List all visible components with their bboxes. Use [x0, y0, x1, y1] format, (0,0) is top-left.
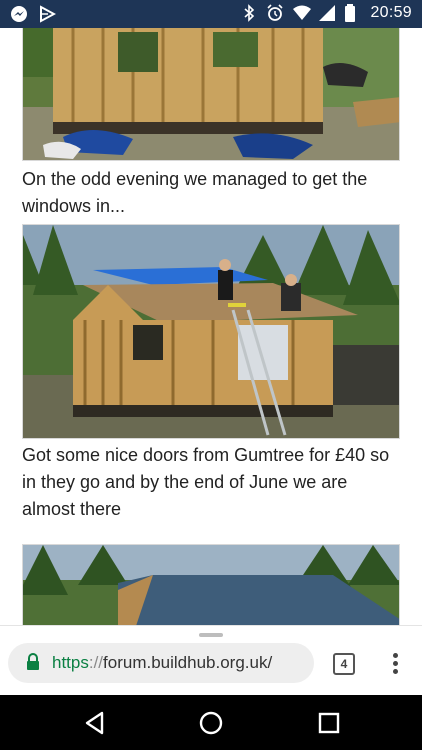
play-icon: [38, 5, 57, 23]
lock-icon: [26, 653, 40, 671]
clock: 20:59: [370, 4, 412, 21]
home-icon[interactable]: [198, 710, 224, 736]
alarm-icon: [266, 4, 284, 22]
battery-icon: [344, 4, 362, 22]
cabin-complete-photo[interactable]: [22, 544, 400, 625]
cabin-frame-photo[interactable]: [22, 28, 400, 161]
more-menu-icon[interactable]: [388, 653, 402, 675]
url-separator: ://: [88, 653, 104, 672]
url-bar[interactable]: https://forum.buildhub.org.uk/: [8, 643, 314, 683]
url-scheme: https: [52, 653, 89, 672]
messenger-icon: [10, 5, 28, 23]
tab-switcher-button[interactable]: 4: [333, 653, 355, 675]
cabin-roof-photo[interactable]: [22, 224, 400, 439]
url-text[interactable]: https://forum.buildhub.org.uk/: [52, 653, 272, 673]
drag-handle[interactable]: [199, 633, 223, 637]
url-host: forum.buildhub.org.uk/: [103, 653, 273, 672]
status-bar: 20:59: [0, 0, 422, 28]
signal-icon: [318, 4, 336, 22]
caption-windows: On the odd evening we managed to get the…: [22, 169, 368, 216]
back-icon[interactable]: [82, 710, 108, 736]
bluetooth-icon: [240, 4, 258, 22]
wifi-icon: [292, 4, 312, 22]
recents-icon[interactable]: [316, 710, 342, 736]
browser-toolbar: https://forum.buildhub.org.uk/ 4: [0, 625, 422, 695]
article-content: On the odd evening we managed to get the…: [0, 28, 422, 625]
navigation-bar: [0, 695, 422, 750]
caption-doors: Got some nice doors from Gumtree for £40…: [22, 445, 390, 519]
